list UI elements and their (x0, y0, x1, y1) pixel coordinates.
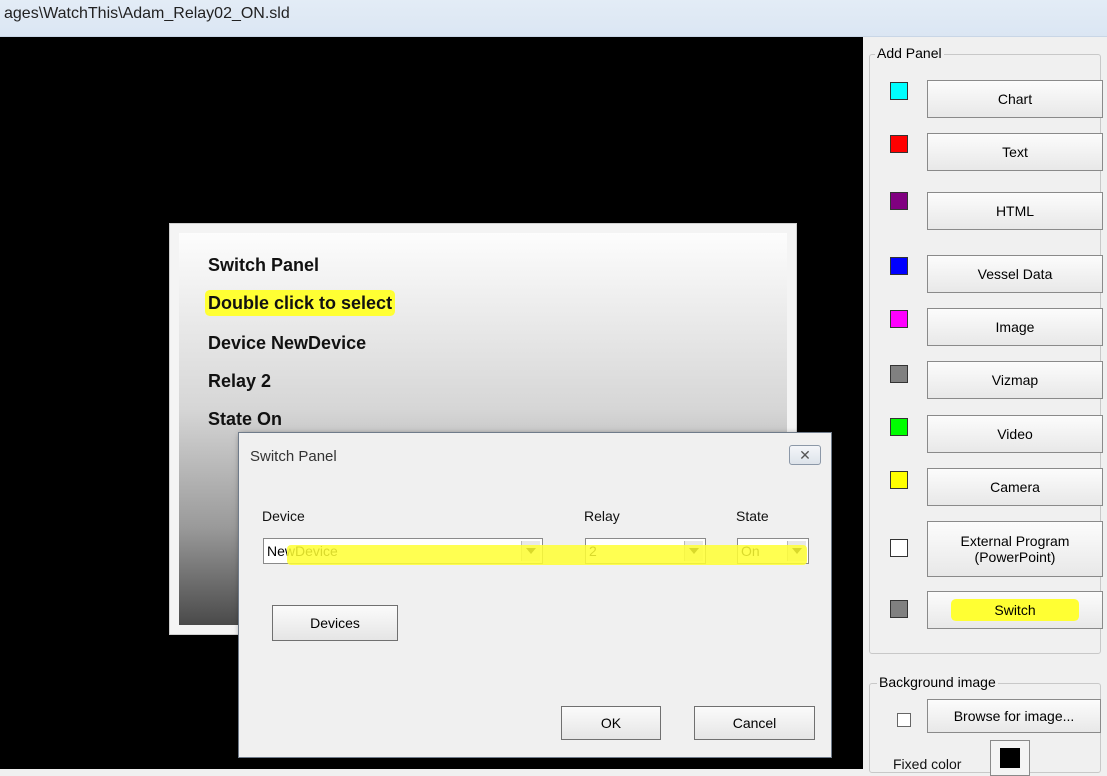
add-panel-title: Add Panel (875, 45, 944, 61)
vessel-data-color-swatch (890, 257, 908, 275)
slide-line-state: State On (208, 409, 283, 429)
fixed-color-label: Fixed color (893, 756, 962, 772)
devices-button[interactable]: Devices (272, 605, 398, 641)
vizmap-button[interactable]: Vizmap (927, 361, 1103, 399)
external-program-label-2: (PowerPoint) (974, 549, 1056, 565)
slide-line-relay: Relay 2 (208, 371, 272, 391)
slide-line-hint: Double click to select (208, 293, 393, 313)
fixed-color-swatch (1000, 748, 1020, 768)
device-label: Device (262, 508, 305, 524)
vizmap-color-swatch (890, 365, 908, 383)
title-bar: ages\WatchThis\Adam_Relay02_ON.sld (0, 0, 1107, 37)
html-button[interactable]: HTML (927, 192, 1103, 230)
chart-color-swatch (890, 82, 908, 100)
video-color-swatch (890, 418, 908, 436)
video-button[interactable]: Video (927, 415, 1103, 453)
switch-button[interactable]: Switch (927, 591, 1103, 629)
switch-panel-dialog: Switch Panel ✕ Device Relay State NewDev… (238, 432, 832, 758)
text-button[interactable]: Text (927, 133, 1103, 171)
image-color-swatch (890, 310, 908, 328)
cancel-button[interactable]: Cancel (694, 706, 815, 740)
relay-label: Relay (584, 508, 620, 524)
dialog-title: Switch Panel (250, 448, 337, 465)
chart-button[interactable]: Chart (927, 80, 1103, 118)
text-color-swatch (890, 135, 908, 153)
external-program-button[interactable]: External Program (PowerPoint) (927, 521, 1103, 577)
background-image-checkbox[interactable] (897, 713, 911, 727)
slide-line-title: Switch Panel (208, 255, 320, 275)
background-image-title: Background image (877, 674, 998, 690)
close-icon[interactable]: ✕ (789, 445, 821, 465)
highlight-marker (287, 545, 807, 565)
camera-color-swatch (890, 471, 908, 489)
switch-color-swatch (890, 600, 908, 618)
vessel-data-button[interactable]: Vessel Data (927, 255, 1103, 293)
state-label: State (736, 508, 769, 524)
html-color-swatch (890, 192, 908, 210)
browse-for-image-button[interactable]: Browse for image... (927, 699, 1101, 733)
slide-line-device: Device NewDevice (208, 333, 367, 353)
external-program-label-1: External Program (960, 533, 1070, 549)
external-program-color-swatch (890, 539, 908, 557)
file-path: ages\WatchThis\Adam_Relay02_ON.sld (4, 5, 290, 22)
slide-line-hint-wrap: Double click to select (208, 293, 393, 314)
right-panel: Add Panel Chart Text HTML Vessel Data Im… (863, 37, 1107, 776)
fixed-color-button[interactable] (990, 740, 1030, 776)
ok-button[interactable]: OK (561, 706, 661, 740)
switch-button-label: Switch (954, 602, 1076, 618)
image-button[interactable]: Image (927, 308, 1103, 346)
camera-button[interactable]: Camera (927, 468, 1103, 506)
